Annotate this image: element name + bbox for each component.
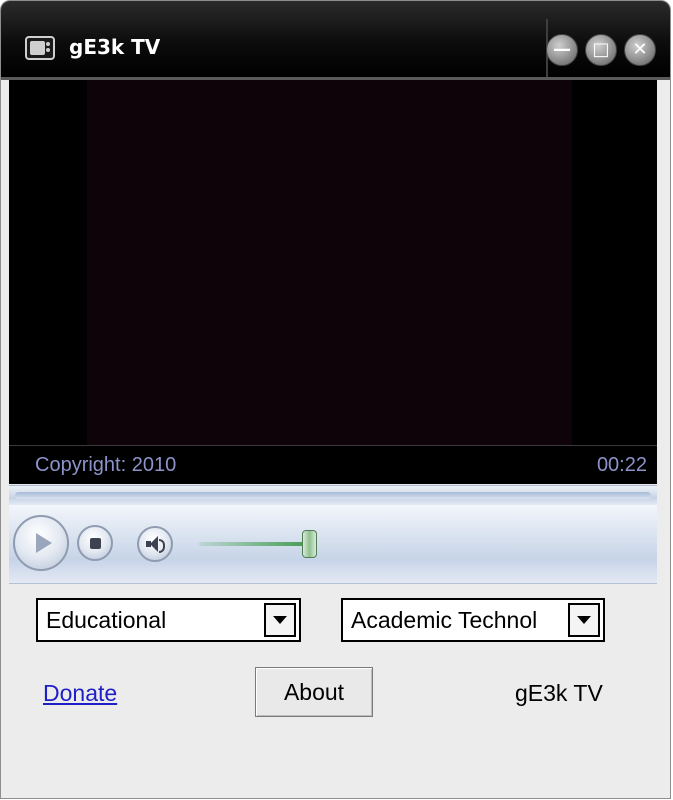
seek-track[interactable] xyxy=(15,492,651,499)
maximize-icon: □ xyxy=(592,39,610,60)
volume-slider-thumb[interactable] xyxy=(302,530,317,558)
video-display[interactable] xyxy=(9,80,657,445)
stop-icon xyxy=(89,537,101,549)
title-bar[interactable]: gE3k TV — □ ✕ xyxy=(1,1,670,80)
video-frame xyxy=(87,80,572,445)
maximize-button[interactable]: □ xyxy=(585,34,617,66)
stop-button[interactable] xyxy=(77,525,113,561)
minimize-icon: — xyxy=(553,39,571,60)
channel-select[interactable]: Academic Technol xyxy=(341,598,605,642)
category-select[interactable]: Educational xyxy=(36,598,301,642)
playback-controls xyxy=(9,505,657,584)
speaker-icon xyxy=(146,536,165,553)
play-button[interactable] xyxy=(13,515,69,571)
channel-value: Academic Technol xyxy=(351,607,538,633)
close-button[interactable]: ✕ xyxy=(624,34,656,66)
status-bar: Copyright: 2010 00:22 xyxy=(9,446,657,484)
volume-slider-track[interactable] xyxy=(199,542,311,546)
footer-app-name: gE3k TV xyxy=(515,680,603,706)
window-title: gE3k TV xyxy=(69,35,161,59)
copyright-text: Copyright: 2010 xyxy=(35,454,177,476)
about-button[interactable]: About xyxy=(255,667,373,717)
close-icon: ✕ xyxy=(632,39,648,60)
donate-link[interactable]: Donate xyxy=(43,680,117,707)
app-window: gE3k TV — □ ✕ Copyright: 2010 00:22 Educ… xyxy=(0,0,671,799)
mute-button[interactable] xyxy=(137,526,173,562)
channel-dropdown-button[interactable] xyxy=(568,603,600,637)
tv-icon xyxy=(25,36,55,60)
chevron-down-icon xyxy=(273,616,287,624)
minimize-button[interactable]: — xyxy=(546,34,578,66)
category-value: Educational xyxy=(46,607,167,633)
category-dropdown-button[interactable] xyxy=(264,603,296,637)
chevron-down-icon xyxy=(577,616,591,624)
play-icon xyxy=(35,533,52,553)
elapsed-time: 00:22 xyxy=(596,454,647,476)
seek-bar[interactable] xyxy=(9,485,657,506)
